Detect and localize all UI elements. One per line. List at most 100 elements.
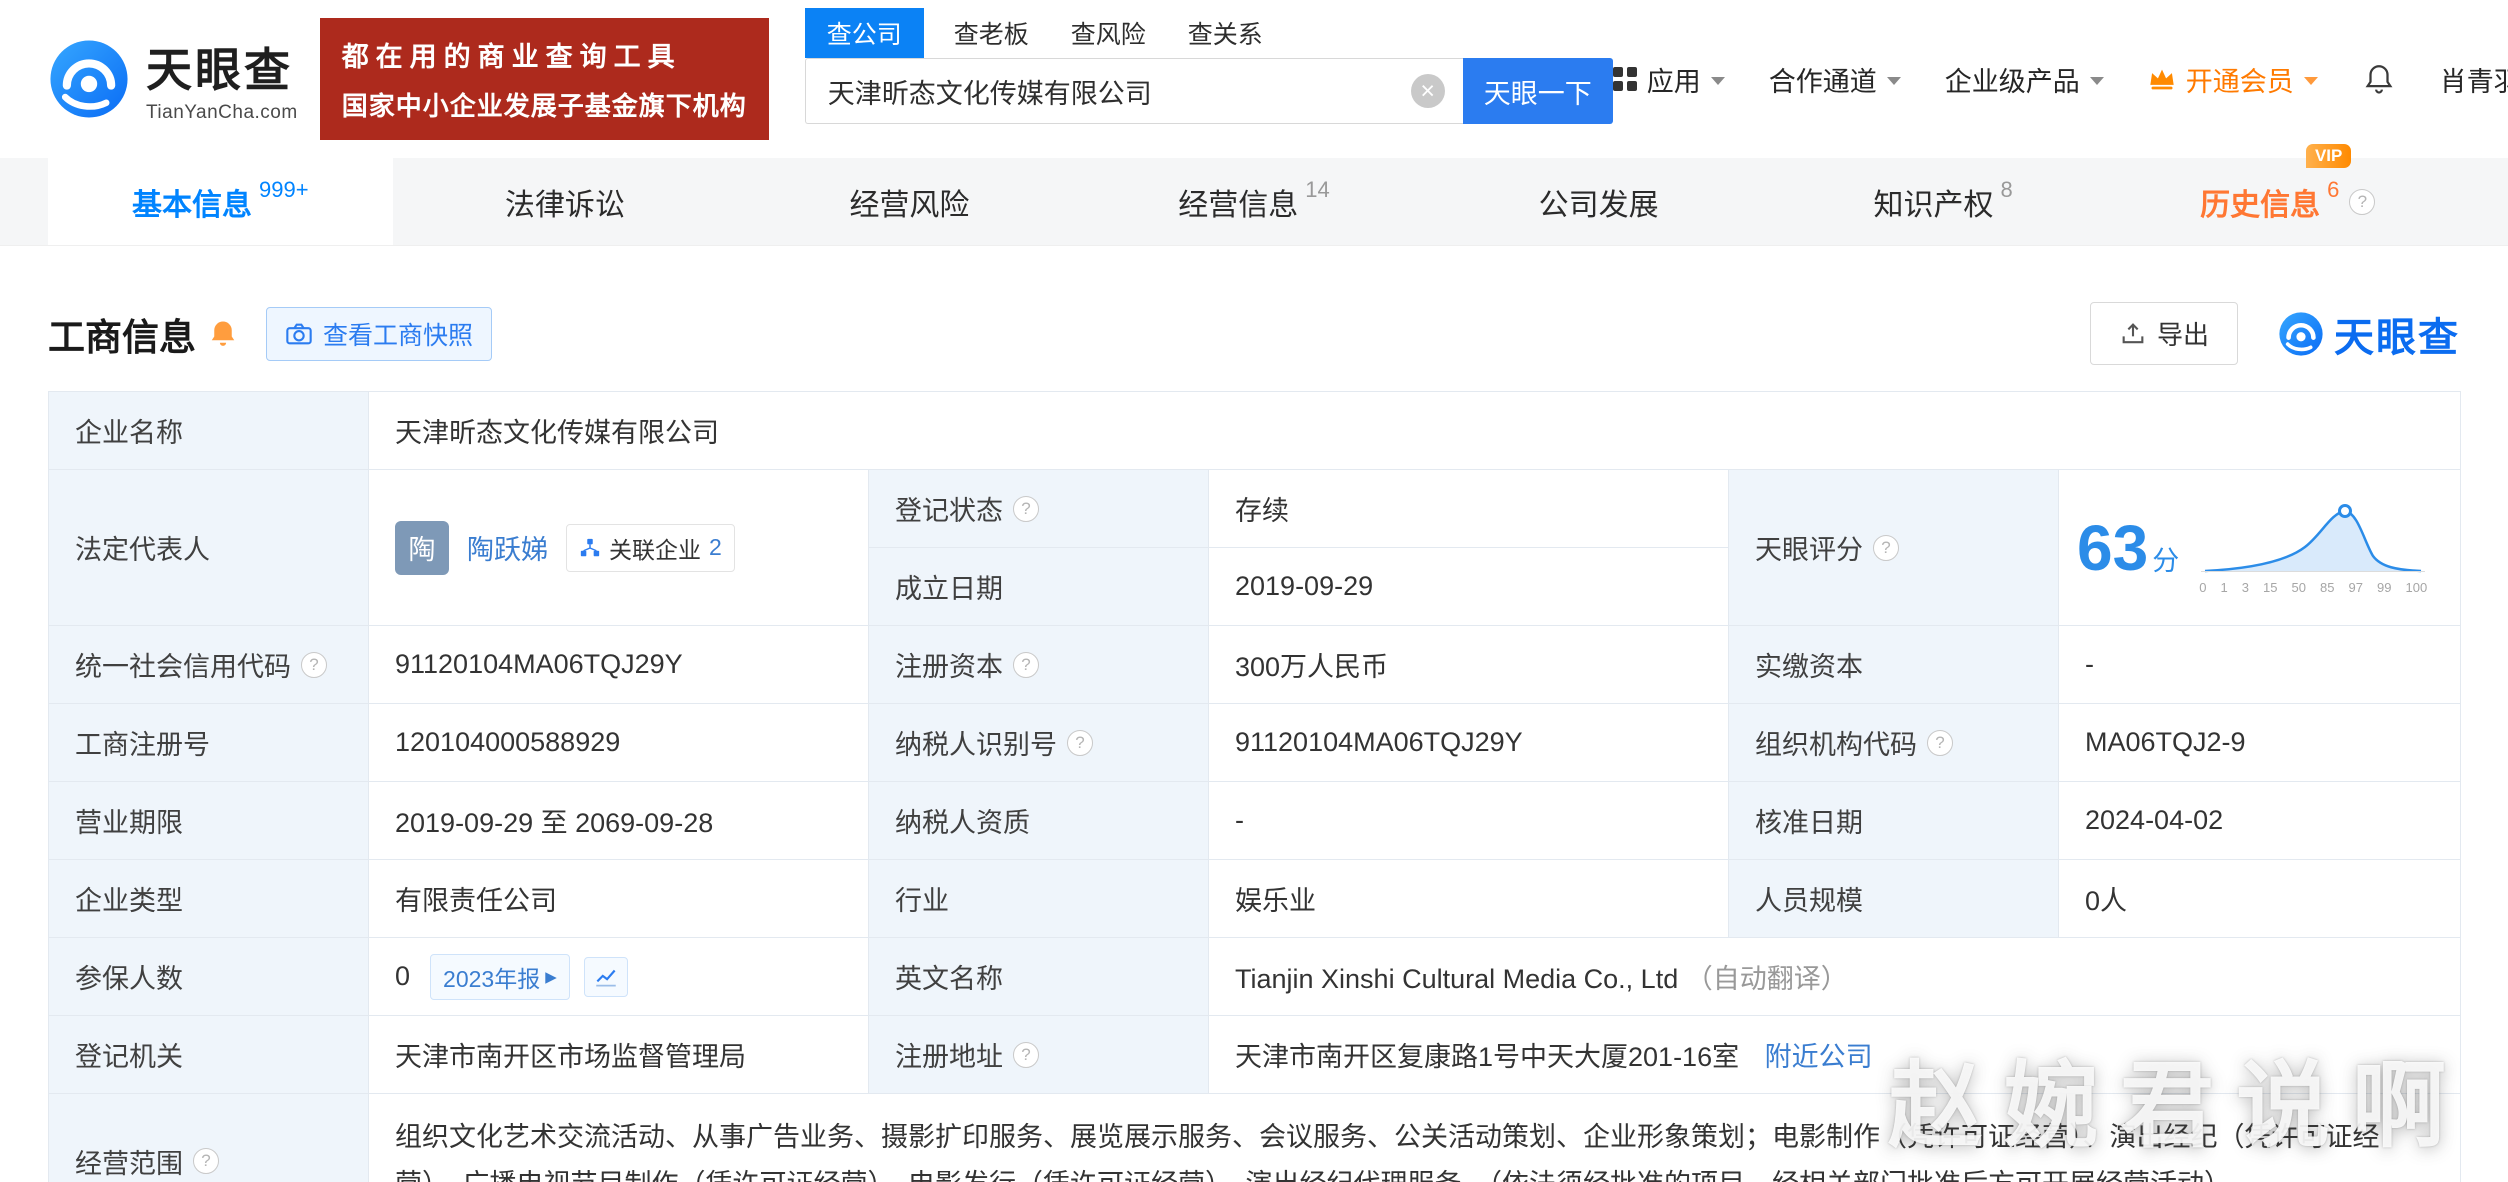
notification-bell[interactable]: [2362, 62, 2396, 96]
help-icon[interactable]: ?: [1873, 534, 1899, 561]
search-area: 查公司 查老板 查风险 查关系 × 天眼一下: [804, 8, 1613, 124]
insured-value: 0 2023年报 ▸: [368, 937, 869, 1016]
legal-rep-avatar[interactable]: 陶: [395, 520, 449, 575]
nav-open-membership[interactable]: 开通会员: [2148, 60, 2318, 99]
tab-badge: 999+: [259, 176, 309, 202]
export-button[interactable]: 导出: [2089, 302, 2238, 365]
search-tab-risk[interactable]: 查风险: [1071, 8, 1146, 58]
table-row: 法定代表人 陶 陶跃娣 关联企业 2 登记状态 ? 存续 天眼评分 ? 63 分…: [48, 469, 2462, 626]
help-icon[interactable]: ?: [1067, 729, 1093, 756]
nav-cooperation-label: 合作通道: [1768, 66, 1877, 97]
chevron-down-icon: [1886, 77, 1901, 85]
company-name-value: 天津昕态文化传媒有限公司: [367, 391, 2462, 470]
legal-rep-value: 陶 陶跃娣 关联企业 2: [368, 469, 869, 626]
search-tab-relation[interactable]: 查关系: [1188, 8, 1263, 58]
tianyancha-logo-icon: [50, 40, 128, 118]
reg-capital-label: 注册资本?: [868, 625, 1209, 704]
export-button-label: 导出: [2156, 320, 2209, 350]
company-section-tabs: 基本信息 999+ 法律诉讼 经营风险 经营信息 14 公司发展 知识产权 8 VIP…: [0, 143, 2508, 246]
help-icon[interactable]: ?: [1013, 651, 1039, 678]
help-icon[interactable]: ?: [1013, 495, 1039, 522]
search-button[interactable]: 天眼一下: [1462, 58, 1613, 124]
search-tab-company[interactable]: 查公司: [804, 8, 924, 58]
org-code-label: 组织机构代码?: [1728, 703, 2059, 782]
business-term-label: 营业期限: [48, 781, 369, 860]
table-row: 参保人数 0 2023年报 ▸ 英文名称 Tianjin Xinshi Cult…: [48, 937, 2462, 1016]
user-menu[interactable]: 肖青羽: [2440, 60, 2508, 99]
arrow-right-icon: ▸: [545, 963, 557, 989]
search-tab-boss[interactable]: 查老板: [954, 8, 1029, 58]
tab-legal-litigation[interactable]: 法律诉讼: [393, 158, 738, 245]
tianyancha-logo[interactable]: 天眼查 TianYanCha.com: [48, 34, 298, 124]
camera-icon: [286, 323, 312, 344]
related-companies-icon: [580, 538, 600, 556]
tab-intellectual-property[interactable]: 知识产权 8: [1771, 158, 2116, 245]
tab-history-info[interactable]: VIP 历史信息 6 ?: [2115, 143, 2460, 245]
approval-date-label: 核准日期: [1728, 781, 2059, 860]
snapshot-button[interactable]: 查看工商快照: [266, 306, 493, 361]
nearby-companies-link[interactable]: 附近公司: [1765, 1042, 1873, 1072]
logo-title: 天眼查: [146, 44, 293, 96]
tab-badge: 8: [2000, 176, 2013, 202]
reg-status-label: 登记状态?: [868, 469, 1209, 548]
taxpayer-quality-value: -: [1208, 781, 1729, 860]
chevron-down-icon: [1710, 77, 1725, 85]
legal-rep-label: 法定代表人: [48, 469, 369, 626]
help-icon[interactable]: ?: [2349, 188, 2376, 215]
search-input[interactable]: [805, 75, 1411, 107]
tab-label: 法律诉讼: [504, 188, 625, 222]
annual-report-link[interactable]: 2023年报 ▸: [430, 953, 570, 1000]
snapshot-button-label: 查看工商快照: [323, 321, 474, 350]
tab-basic-info[interactable]: 基本信息 999+: [48, 158, 393, 245]
auto-translate-note: （自动翻译）: [1685, 964, 1848, 994]
nav-apps-label: 应用: [1646, 66, 1701, 97]
table-row: 登记机关 天津市南开区市场监督管理局 注册地址? 天津市南开区复康路1号中天大厦…: [48, 1015, 2462, 1094]
address-value: 天津市南开区复康路1号中天大厦201-16室 附近公司: [1207, 1015, 2462, 1094]
tab-business-info[interactable]: 经营信息 14: [1082, 158, 1427, 245]
uscc-label: 统一社会信用代码?: [48, 625, 369, 704]
top-nav: 应用 合作通道 企业级产品 开通会员 肖青羽: [1612, 60, 2508, 99]
tab-company-development[interactable]: 公司发展: [1426, 158, 1771, 245]
subscribe-bell-icon[interactable]: [208, 319, 238, 349]
help-icon[interactable]: ?: [193, 1148, 219, 1174]
taxpayer-id-label: 纳税人识别号?: [868, 703, 1209, 782]
company-type-value: 有限责任公司: [368, 859, 869, 938]
insured-trend-icon[interactable]: [583, 956, 628, 997]
approval-date-value: 2024-04-02: [2057, 781, 2462, 860]
section-right-tools: 导出 天眼查: [2089, 302, 2460, 365]
help-icon[interactable]: ?: [1013, 1041, 1039, 1068]
reg-number-value: 120104000588929: [368, 703, 869, 782]
tab-label: 基本信息: [132, 188, 252, 222]
chevron-down-icon: [2303, 77, 2318, 85]
chevron-down-icon: [2089, 77, 2104, 85]
nav-cooperation[interactable]: 合作通道: [1769, 60, 1901, 99]
nav-enterprise-products[interactable]: 企业级产品: [1945, 60, 2104, 99]
nav-apps[interactable]: 应用: [1612, 60, 1725, 99]
logo-text: 天眼查 TianYanCha.com: [146, 34, 298, 124]
reg-status-value: 存续: [1208, 469, 1729, 548]
insured-count: 0: [395, 961, 411, 991]
crown-icon: [2150, 69, 2174, 90]
paid-capital-label: 实缴资本: [1728, 625, 2059, 704]
score-number: 63: [2077, 511, 2149, 584]
clear-icon[interactable]: ×: [1410, 74, 1445, 108]
company-name-label: 企业名称: [48, 391, 369, 470]
search-input-wrap: ×: [804, 58, 1463, 124]
industry-value: 娱乐业: [1208, 859, 1729, 938]
help-icon[interactable]: ?: [301, 651, 327, 678]
score-unit: 分: [2152, 545, 2180, 576]
business-scope-label: 经营范围?: [48, 1093, 369, 1182]
reg-number-label: 工商注册号: [48, 703, 369, 782]
promo-line-1: 都在用的商业查询工具: [341, 42, 682, 72]
reg-authority-label: 登记机关: [48, 1015, 369, 1094]
related-companies-tag[interactable]: 关联企业 2: [566, 523, 735, 572]
help-icon[interactable]: ?: [1927, 729, 1953, 756]
table-row: 统一社会信用代码? 91120104MA06TQJ29Y 注册资本? 300万人…: [48, 625, 2462, 704]
taxpayer-quality-label: 纳税人资质: [868, 781, 1209, 860]
paid-capital-value: -: [2057, 625, 2462, 704]
tab-business-risk[interactable]: 经营风险: [737, 158, 1082, 245]
legal-rep-link[interactable]: 陶跃娣: [467, 528, 548, 567]
tianyancha-brand-icon: [2279, 311, 2323, 356]
business-scope-value: 组织文化艺术交流活动、从事广告业务、摄影扩印服务、展览展示服务、会议服务、公关活…: [367, 1093, 2462, 1182]
tab-label: 历史信息: [2200, 188, 2321, 222]
